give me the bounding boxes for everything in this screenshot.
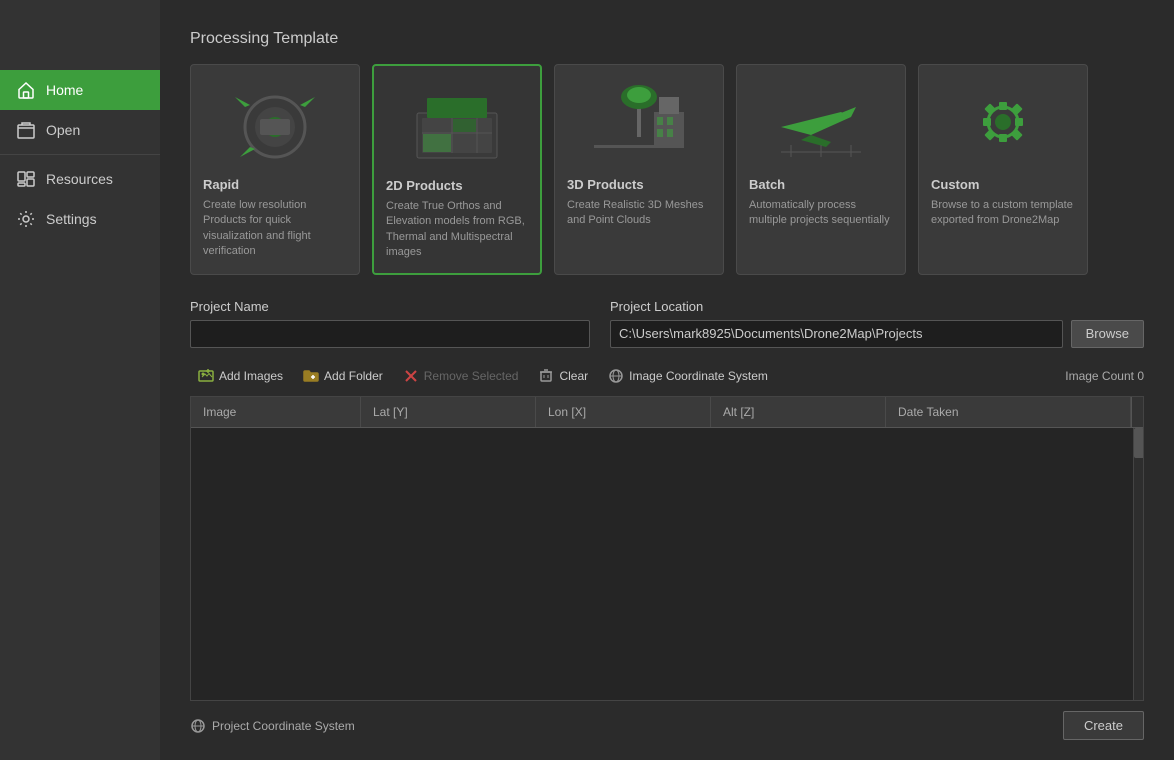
sidebar-item-home[interactable]: Home [0, 70, 160, 110]
rapid-card-icon [215, 77, 335, 167]
add-images-button[interactable]: Add Images [190, 364, 291, 388]
table-header-date: Date Taken [886, 397, 1131, 427]
template-card-3d[interactable]: 3D Products Create Realistic 3D Meshes a… [554, 64, 724, 275]
add-images-icon [198, 368, 214, 384]
add-folder-icon [303, 368, 319, 384]
image-toolbar: Add Images Add Folder Remove Selected [190, 364, 1144, 388]
sidebar-divider [0, 154, 160, 155]
project-location-section: Project Location Browse [610, 299, 1144, 348]
template-cards: Rapid Create low resolution Products for… [190, 64, 1144, 275]
add-folder-label: Add Folder [324, 369, 383, 383]
2d-card-title: 2D Products [386, 178, 528, 193]
template-card-custom[interactable]: Custom Browse to a custom template expor… [918, 64, 1088, 275]
template-card-rapid[interactable]: Rapid Create low resolution Products for… [190, 64, 360, 275]
remove-selected-label: Remove Selected [424, 369, 519, 383]
custom-card-icon [943, 77, 1063, 167]
sidebar-label-home: Home [46, 82, 83, 98]
scrollbar-spacer [1131, 397, 1143, 427]
browse-button[interactable]: Browse [1071, 320, 1144, 348]
table-header-alt: Alt [Z] [711, 397, 886, 427]
template-card-2d[interactable]: 2D Products Create True Orthos and Eleva… [372, 64, 542, 275]
globe-icon [190, 718, 206, 734]
batch-card-icon [761, 77, 881, 167]
batch-card-title: Batch [749, 177, 893, 192]
table-header-lon: Lon [X] [536, 397, 711, 427]
table-header: Image Lat [Y] Lon [X] Alt [Z] Date Taken [191, 397, 1143, 428]
project-name-label: Project Name [190, 299, 590, 314]
sidebar-label-resources: Resources [46, 171, 113, 187]
clear-label: Clear [559, 369, 588, 383]
resources-icon [16, 169, 36, 189]
main-content: Processing Template Rapid Create low [160, 0, 1174, 760]
image-count-label: Image Count [1065, 369, 1134, 383]
custom-card-desc: Browse to a custom template exported fro… [931, 198, 1075, 229]
sidebar-item-settings[interactable]: Settings [0, 199, 160, 239]
coordinate-system-icon [608, 368, 624, 384]
create-button[interactable]: Create [1063, 711, 1144, 740]
3d-card-desc: Create Realistic 3D Meshes and Point Clo… [567, 198, 711, 229]
location-row: Browse [610, 320, 1144, 348]
table-header-lat: Lat [Y] [361, 397, 536, 427]
image-count-value: 0 [1137, 369, 1144, 383]
add-images-label: Add Images [219, 369, 283, 383]
add-folder-button[interactable]: Add Folder [295, 364, 391, 388]
project-coordinate-system[interactable]: Project Coordinate System [190, 718, 355, 734]
footer: Project Coordinate System Create [190, 701, 1144, 740]
sidebar-label-open: Open [46, 122, 80, 138]
table-body[interactable] [191, 428, 1143, 700]
rapid-card-title: Rapid [203, 177, 347, 192]
project-location-label: Project Location [610, 299, 1144, 314]
home-icon [16, 80, 36, 100]
template-card-batch[interactable]: Batch Automatically process multiple pro… [736, 64, 906, 275]
clear-icon [538, 368, 554, 384]
image-coordinate-system-label: Image Coordinate System [629, 369, 768, 383]
clear-button[interactable]: Clear [530, 364, 596, 388]
open-icon [16, 120, 36, 140]
3d-card-title: 3D Products [567, 177, 711, 192]
processing-template-title: Processing Template [190, 30, 1144, 48]
2d-card-desc: Create True Orthos and Elevation models … [386, 199, 528, 261]
3d-card-icon [579, 77, 699, 167]
2d-card-icon [397, 78, 517, 168]
image-coordinate-system-button[interactable]: Image Coordinate System [600, 364, 776, 388]
remove-selected-icon [403, 368, 419, 384]
sidebar-item-resources[interactable]: Resources [0, 159, 160, 199]
project-row: Project Name Project Location Browse [190, 299, 1144, 348]
project-coordinate-system-label: Project Coordinate System [212, 719, 355, 733]
image-count: Image Count 0 [1065, 369, 1144, 383]
settings-icon [16, 209, 36, 229]
sidebar: Home Open Resources Settings [0, 0, 160, 760]
project-name-section: Project Name [190, 299, 590, 348]
project-name-input[interactable] [190, 320, 590, 348]
project-location-input[interactable] [610, 320, 1063, 348]
remove-selected-button[interactable]: Remove Selected [395, 364, 527, 388]
batch-card-desc: Automatically process multiple projects … [749, 198, 893, 229]
table-scrollbar[interactable] [1133, 428, 1143, 700]
image-table: Image Lat [Y] Lon [X] Alt [Z] Date Taken [190, 396, 1144, 701]
table-header-image: Image [191, 397, 361, 427]
processing-template-section: Processing Template Rapid Create low [190, 30, 1144, 299]
sidebar-label-settings: Settings [46, 211, 97, 227]
sidebar-item-open[interactable]: Open [0, 110, 160, 150]
custom-card-title: Custom [931, 177, 1075, 192]
scrollbar-thumb[interactable] [1134, 428, 1143, 458]
rapid-card-desc: Create low resolution Products for quick… [203, 198, 347, 260]
